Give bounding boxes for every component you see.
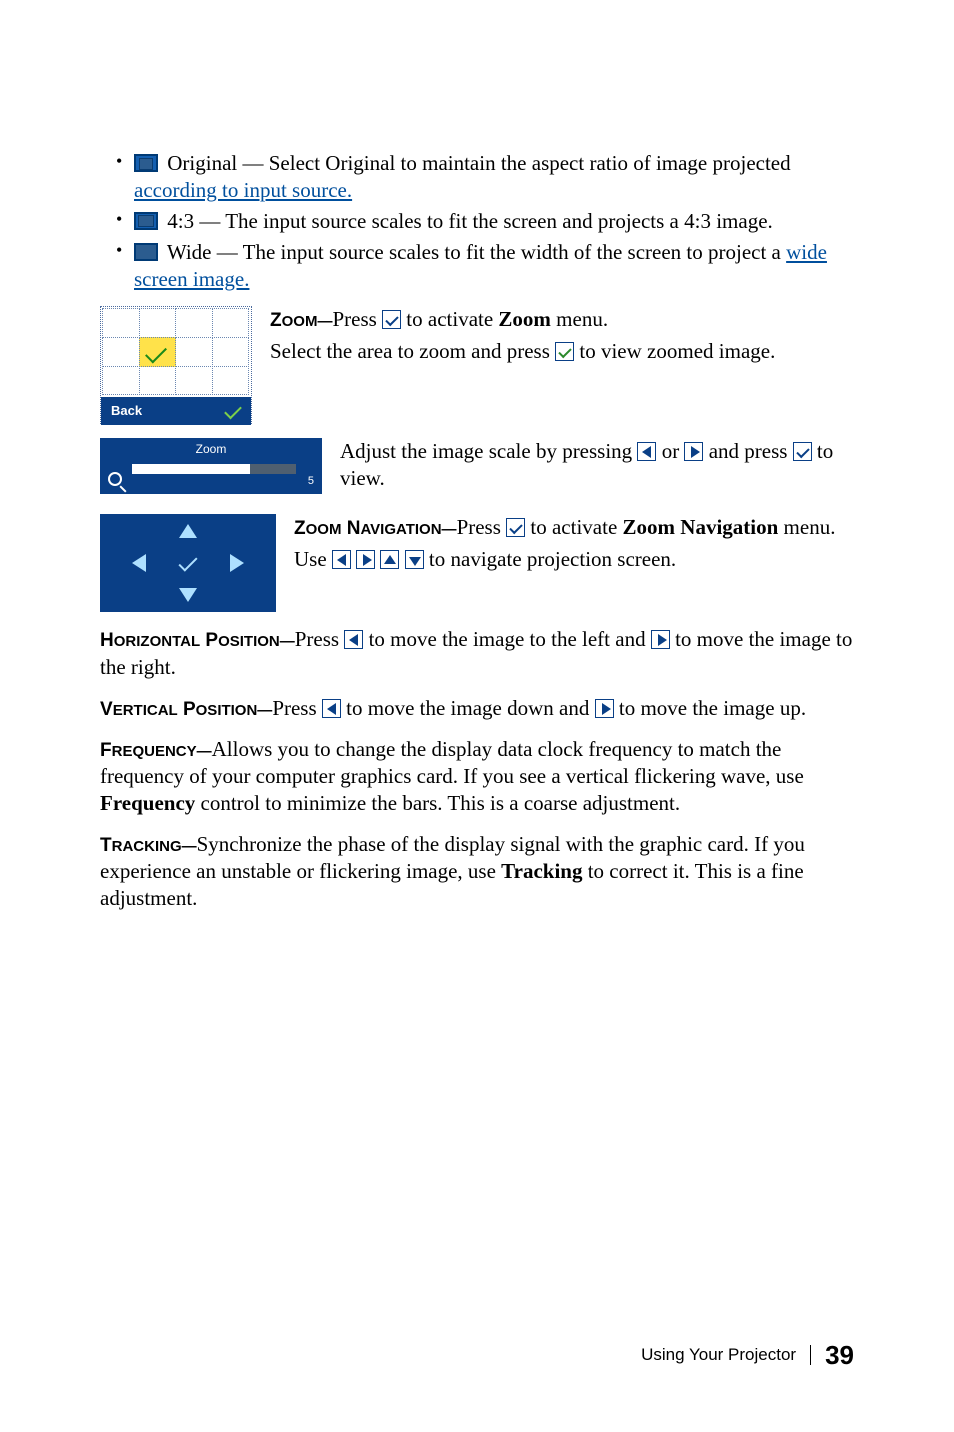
left-key-icon: [344, 630, 363, 649]
zoom-text-2a: Select the area to zoom and press: [270, 339, 555, 363]
zb-text-b: or: [656, 439, 684, 463]
left-arrow-icon[interactable]: [132, 554, 146, 572]
zn-h1: Z: [294, 518, 306, 539]
right-key-icon: [684, 442, 703, 461]
zoom-nav-panel: [100, 514, 276, 612]
tr-h1: T: [100, 835, 112, 856]
hp-h1: H: [100, 630, 114, 651]
zoom-description: ZOOM—Press to activate Zoom menu. Select…: [270, 306, 854, 424]
aspect-original-item: Original — Select Original to maintain t…: [116, 150, 854, 204]
footer-divider: [810, 1345, 811, 1365]
zn-h3: N: [341, 518, 360, 539]
wide-text: Wide — The input source scales to fit th…: [162, 240, 786, 264]
fr-h2: REQUENCY—: [112, 743, 212, 760]
original-text: Original — Select Original to maintain t…: [162, 151, 791, 175]
fr-h1: F: [100, 740, 112, 761]
zn-t1a: Press: [457, 515, 507, 539]
zoom-text-1b: to activate: [401, 307, 498, 331]
zoom-text-1a: Press: [332, 307, 382, 331]
vp-h1: V: [100, 699, 113, 720]
zn-t2b: to navigate projection screen.: [424, 547, 676, 571]
wide-aspect-icon: [134, 243, 158, 261]
left-key-icon: [322, 699, 341, 718]
check-icon[interactable]: [178, 553, 197, 572]
check-key-icon: [382, 310, 401, 329]
zoom-nav-description: ZOOM NAVIGATION—Press to activate Zoom N…: [294, 514, 854, 572]
zoom-bold: Zoom: [498, 307, 551, 331]
up-key-icon: [380, 550, 399, 569]
zoom-selected-cell: [139, 337, 177, 367]
zn-h4: AVIGATION—: [360, 521, 456, 538]
vp-h3: P: [178, 699, 196, 720]
zoom-selector-panel: Back: [100, 306, 252, 424]
zoom-bar-label: Zoom: [108, 442, 314, 457]
left-key-icon: [637, 442, 656, 461]
right-key-icon: [356, 550, 375, 569]
zn-t2a: Use: [294, 547, 332, 571]
zoom-grid: [101, 307, 251, 397]
zn-h2: OOM: [306, 521, 342, 538]
zoom-heading-1: Z: [270, 310, 282, 331]
zoom-scale-panel: Zoom 5: [100, 438, 322, 494]
right-key-icon: [595, 699, 614, 718]
check-key-icon: [793, 442, 812, 461]
zn-t1b: to activate: [525, 515, 622, 539]
zoom-scale-description: Adjust the image scale by pressing or an…: [340, 438, 854, 492]
vp-b: to move the image down and: [341, 696, 595, 720]
horizontal-position-para: HORIZONTAL POSITION—Press to move the im…: [100, 626, 854, 680]
tr-h2: RACKING—: [112, 838, 197, 855]
magnifier-icon: [108, 472, 122, 486]
tracking-para: TRACKING—Synchronize the phase of the di…: [100, 831, 854, 912]
down-arrow-icon[interactable]: [179, 588, 197, 602]
zoom-heading-2: OOM—: [282, 313, 333, 330]
page-number: 39: [825, 1339, 854, 1372]
aspect-43-item: 4:3 — The input source scales to fit the…: [116, 208, 854, 235]
hp-h2: ORIZONTAL: [114, 633, 200, 650]
left-key-icon: [332, 550, 351, 569]
fourthree-aspect-icon: [134, 212, 158, 230]
zn-bold: Zoom Navigation: [623, 515, 779, 539]
hp-b: to move the image to the left and: [363, 627, 651, 651]
hp-h3: P: [200, 630, 218, 651]
vertical-position-para: VERTICAL POSITION—Press to move the imag…: [100, 695, 854, 722]
zoom-back-label: Back: [111, 403, 142, 420]
zb-text-a: Adjust the image scale by pressing: [340, 439, 637, 463]
footer-section: Using Your Projector: [641, 1344, 796, 1366]
hp-h4: OSITION—: [218, 633, 295, 650]
zn-t1c: menu.: [778, 515, 835, 539]
check-key-icon: [506, 518, 525, 537]
hp-a: Press: [295, 627, 345, 651]
zoom-nav-section: ZOOM NAVIGATION—Press to activate Zoom N…: [100, 514, 854, 612]
zoom-text-2b: to view zoomed image.: [574, 339, 775, 363]
fr-b2: control to minimize the bars. This is a …: [195, 791, 680, 815]
zb-text-c: and press: [703, 439, 792, 463]
right-arrow-icon[interactable]: [230, 554, 244, 572]
zoom-slider[interactable]: [132, 464, 296, 474]
aspect-ratio-list: Original — Select Original to maintain t…: [116, 150, 854, 292]
down-key-icon: [405, 550, 424, 569]
check-key-icon: [555, 342, 574, 361]
vp-h4: OSITION—: [196, 702, 273, 719]
zoom-section: Back ZOOM—Press to activate Zoom menu. S…: [100, 306, 854, 424]
zoom-text-1c: menu.: [551, 307, 608, 331]
vp-c: to move the image up.: [614, 696, 806, 720]
original-aspect-icon: [134, 154, 158, 172]
frequency-para: FREQUENCY—Allows you to change the displ…: [100, 736, 854, 817]
zoom-back-button[interactable]: Back: [101, 397, 251, 425]
up-arrow-icon[interactable]: [179, 524, 197, 538]
check-icon: [225, 403, 241, 420]
page-footer: Using Your Projector 39: [641, 1339, 854, 1372]
original-link[interactable]: according to input source.: [134, 178, 352, 202]
fourthree-text: 4:3 — The input source scales to fit the…: [162, 209, 773, 233]
vp-h2: ERTICAL: [113, 702, 178, 719]
zoom-scale-section: Zoom 5 Adjust the image scale by pressin…: [100, 438, 854, 494]
page-content: Original — Select Original to maintain t…: [100, 150, 854, 912]
right-key-icon: [651, 630, 670, 649]
tr-bold: Tracking: [501, 859, 582, 883]
aspect-wide-item: Wide — The input source scales to fit th…: [116, 239, 854, 293]
fr-bold: Frequency: [100, 791, 195, 815]
zoom-value: 5: [308, 474, 314, 488]
vp-a: Press: [272, 696, 322, 720]
